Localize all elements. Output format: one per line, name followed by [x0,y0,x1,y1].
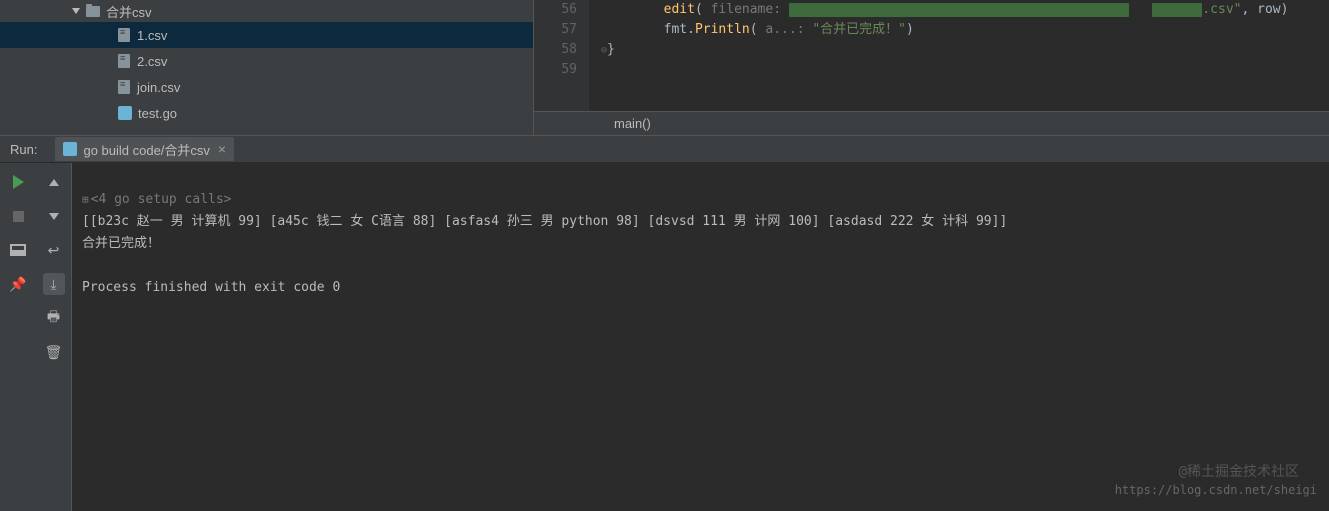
tree-file-1csv[interactable]: 1.csv [0,22,533,48]
project-tree: 合并csv 1.csv 2.csv join.csv test.go [0,0,534,135]
down-button[interactable] [43,205,65,227]
chevron-down-icon[interactable] [72,8,80,14]
layout-icon [10,244,26,256]
run-side-toolbar: ↩ ⤓ 🖶 🗑 [36,163,72,511]
string-literal: .csv" [1202,2,1241,17]
folder-icon [86,6,100,17]
stop-icon [13,211,24,222]
soft-wrap-button[interactable]: ↩ [43,239,65,261]
run-toolbar: Run: go build code/合并csv × [0,135,1329,163]
wrap-icon: ↩ [48,242,60,259]
setup-calls: <4 go setup calls> [91,192,232,207]
file-label: 2.csv [137,54,167,69]
file-label: join.csv [137,80,180,95]
file-icon [118,80,130,94]
arrow-down-icon [49,213,59,220]
code-method: Println [695,22,750,37]
run-label: Run: [10,142,37,157]
run-left-toolbar: 📌 [0,163,36,511]
print-icon: 🖶 [47,306,60,330]
scroll-end-icon: ⤓ [50,276,56,293]
file-icon [118,54,130,68]
breadcrumb-item: main() [614,116,651,131]
tree-file-2csv[interactable]: 2.csv [0,48,533,74]
param-hint: filename: [711,2,781,17]
print-button[interactable]: 🖶 [43,307,65,329]
redacted-string [1152,3,1202,17]
console-line: Process finished with exit code 0 [82,280,340,295]
tree-file-joincsv[interactable]: join.csv [0,74,533,100]
redacted-string [789,3,1129,17]
breadcrumb[interactable]: main() [534,111,1329,135]
code-pkg: fmt [664,22,687,37]
editor: 56 57 58 59 edit( filename: .csv", row) … [534,0,1329,135]
stop-button[interactable] [7,205,29,227]
pin-button[interactable]: 📌 [7,273,29,295]
console-output[interactable]: ⊞<4 go setup calls> [[b23c 赵一 男 计算机 99] … [72,163,1329,511]
arrow-up-icon [49,179,59,186]
scroll-to-end-button[interactable]: ⤓ [43,273,65,295]
string-literal: "合并已完成！" [812,22,906,37]
code-func: edit [664,2,695,17]
run-config-tab[interactable]: go build code/合并csv × [55,137,234,161]
gutter: 56 57 58 59 [534,0,589,111]
rerun-button[interactable] [7,171,29,193]
fold-marker-icon[interactable]: ⊞ [82,193,89,206]
clear-button[interactable]: 🗑 [43,341,65,363]
file-label: test.go [138,106,177,121]
line-number: 57 [534,20,577,40]
line-number: 58 [534,40,577,60]
param-hint: a...: [765,22,804,37]
layout-button[interactable] [7,239,29,261]
line-number: 56 [534,0,577,20]
pin-icon: 📌 [9,276,26,293]
file-label: 1.csv [137,28,167,43]
code-tail: ) [906,22,914,37]
code-tail: , row) [1242,2,1289,17]
watermark: https://blog.csdn.net/sheigi [1115,479,1317,501]
code-content[interactable]: edit( filename: .csv", row) fmt.Println(… [589,0,1329,111]
go-file-icon [118,106,132,120]
line-number: 59 [534,60,577,80]
play-icon [13,175,24,189]
console-line: [[b23c 赵一 男 计算机 99] [a45c 钱二 女 C语言 88] [… [82,214,1007,229]
console-line: 合并已完成！ [82,236,160,251]
trash-icon: 🗑 [45,344,63,361]
folder-label: 合并csv [106,2,152,21]
run-tab-label: go build code/合并csv [83,140,209,159]
file-icon [118,28,130,42]
close-icon[interactable]: × [218,141,226,157]
up-button[interactable] [43,171,65,193]
tree-file-testgo[interactable]: test.go [0,100,533,126]
code-brace: } [607,42,615,57]
tree-folder[interactable]: 合并csv [0,0,533,22]
go-icon [63,142,77,156]
